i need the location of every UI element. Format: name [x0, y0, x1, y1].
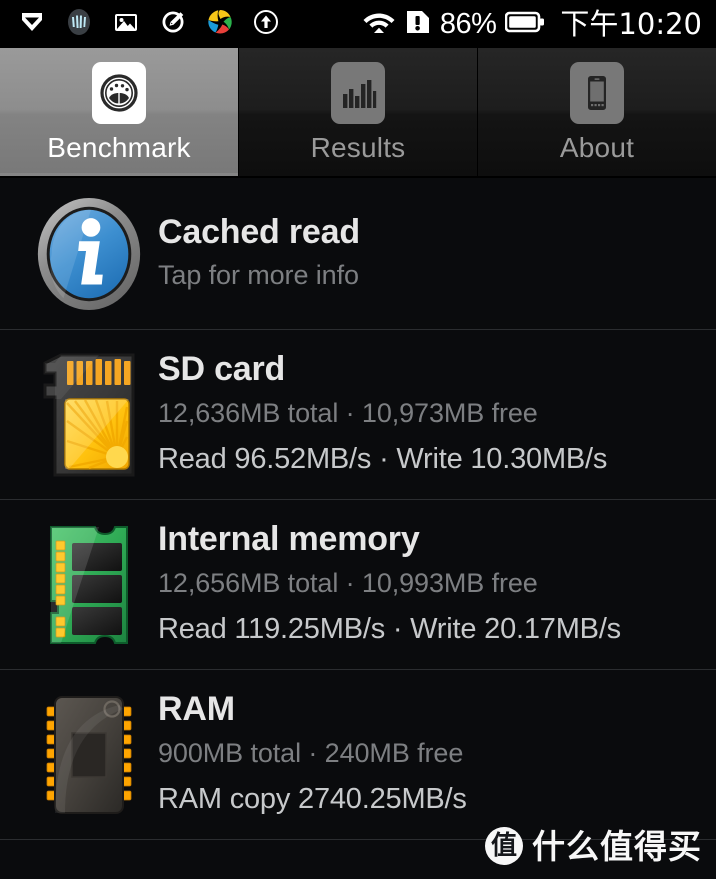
- internal-memory-text: Internal memory 12,656MB total · 10,993M…: [148, 519, 700, 649]
- battery-percent-label: 86%: [439, 7, 497, 40]
- bar-chart-icon: [331, 62, 385, 124]
- list-item-internal-memory[interactable]: Internal memory 12,656MB total · 10,993M…: [0, 500, 716, 670]
- cached-read-title: Cached read: [158, 213, 360, 252]
- ram-capacity: 900MB total · 240MB free: [158, 737, 464, 768]
- cached-read-text: Cached read Tap for more info: [148, 212, 700, 295]
- battery-full-icon: [505, 9, 545, 40]
- tab-results[interactable]: Results: [239, 48, 478, 176]
- status-bar-system-icons: 86% 下午10:20: [362, 7, 708, 42]
- status-bar-notification-icons: [18, 8, 279, 41]
- ram-text: RAM 900MB total · 240MB free RAM copy 27…: [148, 689, 700, 819]
- list-item-ram[interactable]: RAM 900MB total · 240MB free RAM copy 27…: [0, 670, 716, 840]
- tab-about-label: About: [559, 132, 635, 163]
- app-circle-icon: [65, 8, 93, 41]
- sd-card-speeds: Read 96.52MB/s · Write 10.30MB/s: [158, 443, 608, 476]
- list-item-cached-read[interactable]: Cached read Tap for more info: [0, 178, 716, 330]
- sd-card-text: SD card 12,636MB total · 10,973MB free R…: [148, 349, 700, 479]
- chevron-badge-icon: [18, 8, 46, 41]
- phone-icon: [570, 62, 624, 124]
- sina-weibo-icon: [206, 8, 234, 41]
- internal-memory-speeds: Read 119.25MB/s · Write 20.17MB/s: [158, 613, 621, 646]
- memory-module-icon: [30, 521, 148, 649]
- cached-read-subtitle: Tap for more info: [158, 260, 359, 291]
- watermark-badge-icon: 值: [485, 827, 523, 865]
- tab-results-label: Results: [310, 132, 406, 163]
- benchmark-list: Cached read Tap for more info SD card 12…: [0, 178, 716, 840]
- wifi-icon: [362, 7, 396, 42]
- sd-card-title: SD card: [158, 350, 286, 389]
- tab-benchmark-label: Benchmark: [47, 132, 191, 163]
- internal-memory-capacity: 12,656MB total · 10,993MB free: [158, 567, 538, 598]
- watermark-text: 什么值得买: [532, 826, 702, 866]
- status-bar-clock: 下午10:20: [560, 6, 702, 41]
- site-watermark: 值 什么值得买: [485, 827, 702, 865]
- status-bar: 86% 下午10:20: [0, 0, 716, 48]
- sd-card-icon: [30, 351, 148, 479]
- tab-bar: Benchmark Results About: [0, 48, 716, 178]
- ram-chip-icon: [30, 691, 148, 819]
- list-item-sd-card[interactable]: SD card 12,636MB total · 10,973MB free R…: [0, 330, 716, 500]
- ram-copy-speed: RAM copy 2740.25MB/s: [158, 783, 467, 816]
- tab-benchmark[interactable]: Benchmark: [0, 48, 239, 176]
- internal-memory-title: Internal memory: [158, 520, 420, 559]
- gallery-image-icon: [112, 8, 140, 41]
- info-circle-icon: [30, 193, 148, 315]
- sim-alert-icon: [405, 7, 431, 42]
- edit-pencil-circle-icon: [159, 8, 187, 41]
- upload-arrow-circle-icon: [253, 9, 279, 40]
- tab-about[interactable]: About: [478, 48, 716, 176]
- app-screen: 86% 下午10:20 Benchmark Results About Cach…: [0, 0, 716, 879]
- sd-card-capacity: 12,636MB total · 10,973MB free: [158, 397, 538, 428]
- ram-title: RAM: [158, 690, 235, 729]
- speedometer-icon: [92, 62, 146, 124]
